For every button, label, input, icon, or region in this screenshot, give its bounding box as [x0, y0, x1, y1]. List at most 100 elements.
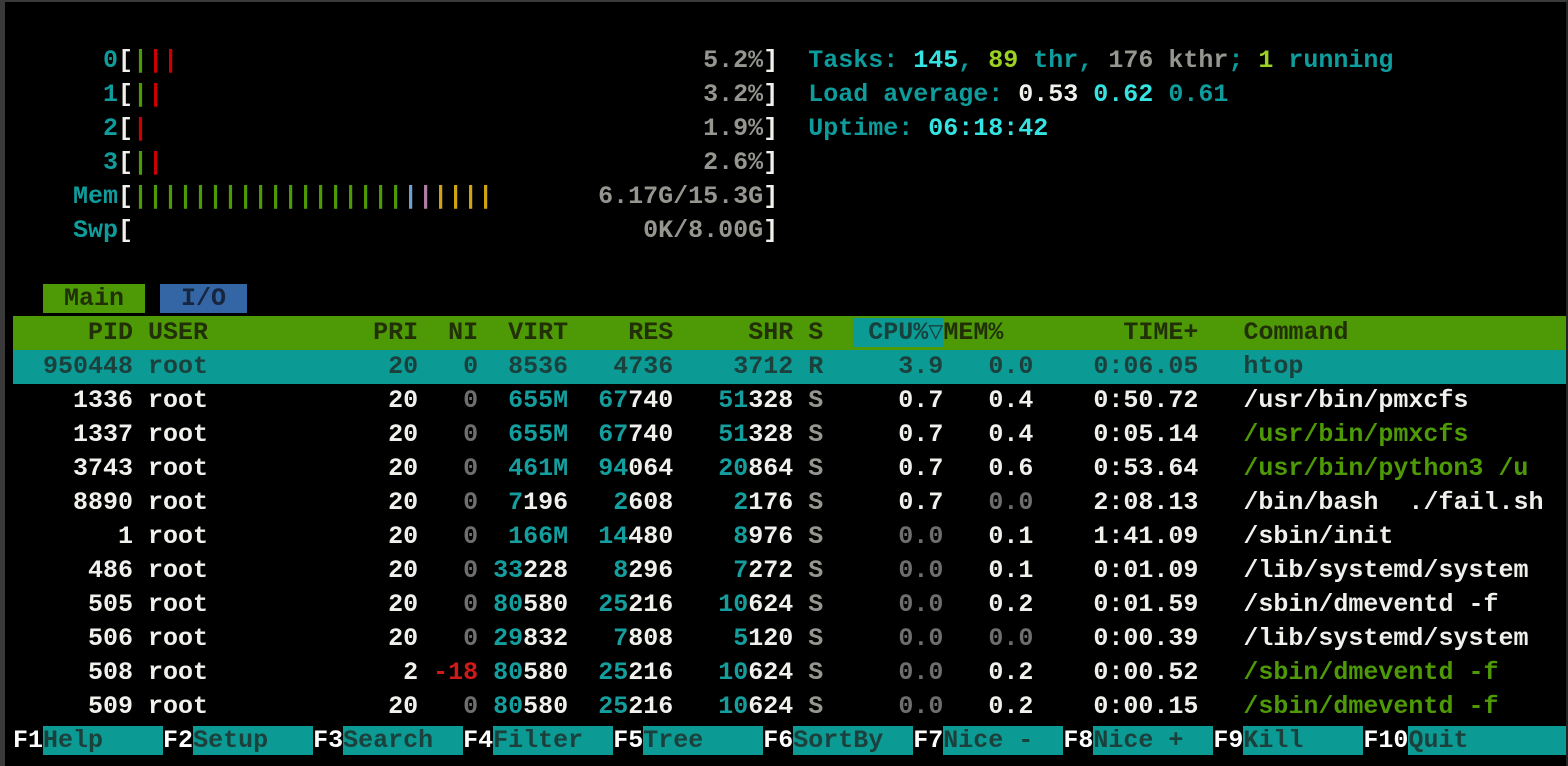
- process-row-506[interactable]: 506 root 20 0 29832 7808 5120 S 0.0 0.0 …: [13, 622, 1566, 656]
- fkey-action-help[interactable]: Help: [43, 726, 163, 755]
- gap: [673, 556, 688, 585]
- gap: [568, 692, 583, 721]
- cell-ni: 0: [433, 454, 478, 483]
- process-row-950448[interactable]: 950448 root 20 0 8536 4736 3712 R 3.9 0.…: [13, 350, 1566, 384]
- col-shr[interactable]: SHR: [688, 318, 793, 347]
- gap: [568, 420, 583, 449]
- fkey-action-filter[interactable]: Filter: [493, 726, 613, 755]
- col-ni[interactable]: NI: [433, 318, 478, 347]
- fkey-action-nice-[interactable]: Nice +: [1093, 726, 1213, 755]
- process-row-1337[interactable]: 1337 root 20 0 655M 67740 51328 S 0.7 0.…: [13, 418, 1566, 452]
- gap: [418, 318, 433, 347]
- fkey-f6[interactable]: F6: [763, 726, 793, 755]
- cell-shr: 3712: [688, 352, 793, 381]
- gap: [793, 488, 808, 517]
- col-mem[interactable]: MEM%: [943, 318, 1033, 347]
- col-cpu-sort-active[interactable]: CPU%▽: [853, 318, 943, 347]
- cell-command: /sbin/dmeventd -f: [1243, 658, 1498, 687]
- fkey-action-nice-[interactable]: Nice -: [943, 726, 1063, 755]
- cell-ni: 0: [433, 556, 478, 585]
- cell-pri: 20: [373, 556, 418, 585]
- process-row-3743[interactable]: 3743 root 20 0 461M 94064 20864 S 0.7 0.…: [13, 452, 1566, 486]
- fkey-f7[interactable]: F7: [913, 726, 943, 755]
- fkey-action-search[interactable]: Search: [343, 726, 463, 755]
- gap: [778, 80, 808, 109]
- fkey-action-tree[interactable]: Tree: [643, 726, 763, 755]
- meter-line-cpu1: 1[|| 3.2%] Load average: 0.53 0.62 0.61: [13, 78, 1566, 112]
- process-row-505[interactable]: 505 root 20 0 80580 25216 10624 S 0.0 0.…: [13, 588, 1566, 622]
- fkey-f8[interactable]: F8: [1063, 726, 1093, 755]
- fkey-f9[interactable]: F9: [1213, 726, 1243, 755]
- process-row-8890[interactable]: 8890 root 20 0 7196 2608 2176 S 0.7 0.0 …: [13, 486, 1566, 520]
- meter-label-cpu2: 2: [13, 114, 118, 143]
- gap: [673, 318, 688, 347]
- fkey-f1[interactable]: F1: [13, 726, 43, 755]
- process-row-1[interactable]: 1 root 20 0 166M 14480 8976 S 0.0 0.1 1:…: [13, 520, 1566, 554]
- meter-bar-g: |: [133, 46, 148, 75]
- tab-io[interactable]: I/O: [160, 284, 247, 313]
- cell-cpu-percent: 0.7: [823, 386, 943, 415]
- meter-open-bracket: [: [118, 46, 133, 75]
- cell-res-kb: 608: [628, 488, 673, 517]
- cell-res-kb: 740: [628, 420, 673, 449]
- meter-bar-g: |: [133, 80, 148, 109]
- cell-time: 0:01.09: [1033, 556, 1198, 585]
- gap: [133, 318, 148, 347]
- cell-cpu-percent: 0.7: [823, 488, 943, 517]
- meter-label-cpu3: 3: [13, 148, 118, 177]
- gap: [478, 522, 493, 551]
- gap: [1198, 318, 1243, 347]
- process-row-1336[interactable]: 1336 root 20 0 655M 67740 51328 S 0.7 0.…: [13, 384, 1566, 418]
- cell-virt-mb: 7: [493, 488, 523, 517]
- meter-value-cpu1: 3.2%: [163, 80, 763, 109]
- cell-user: root: [148, 556, 373, 585]
- col-command[interactable]: Command: [1243, 318, 1348, 347]
- cell-cpu-percent: 0.0: [823, 522, 943, 551]
- gap: [1198, 454, 1243, 483]
- col-state[interactable]: S: [808, 318, 823, 347]
- gap: [568, 386, 583, 415]
- fkey-f2[interactable]: F2: [163, 726, 193, 755]
- fkey-f5[interactable]: F5: [613, 726, 643, 755]
- gap: [793, 658, 808, 687]
- cell-cpu-percent: 0.0: [823, 590, 943, 619]
- meter-line-mem: Mem[|||||||||||||||||||||||| 6.17G/15.3G…: [13, 180, 1566, 214]
- col-virt[interactable]: VIRT: [493, 318, 568, 347]
- process-row-508[interactable]: 508 root 2 -18 80580 25216 10624 S 0.0 0…: [13, 656, 1566, 690]
- fkey-f3[interactable]: F3: [313, 726, 343, 755]
- fkey-action-quit[interactable]: Quit: [1408, 726, 1568, 755]
- gap: [418, 488, 433, 517]
- cell-res-mb: 8: [583, 556, 628, 585]
- col-res[interactable]: RES: [583, 318, 673, 347]
- cell-command: /sbin/dmeventd -f: [1243, 692, 1498, 721]
- cell-user: root: [148, 386, 373, 415]
- col-pid[interactable]: PID: [13, 318, 133, 347]
- cell-user: root: [148, 420, 373, 449]
- fkey-f10[interactable]: F10: [1363, 726, 1408, 755]
- gap: [1198, 692, 1243, 721]
- cell-shr-mb: 51: [688, 420, 748, 449]
- fkey-action-sortby[interactable]: SortBy: [793, 726, 913, 755]
- gap: [568, 522, 583, 551]
- col-user[interactable]: USER: [148, 318, 373, 347]
- fkey-action-setup[interactable]: Setup: [193, 726, 313, 755]
- fkey-action-kill[interactable]: Kill: [1243, 726, 1363, 755]
- gap: [13, 284, 43, 313]
- cell-virt-mb: 80: [493, 692, 523, 721]
- col-time[interactable]: TIME+: [1033, 318, 1198, 347]
- gap: [1198, 658, 1243, 687]
- col-pri[interactable]: PRI: [373, 318, 418, 347]
- gap: [793, 522, 808, 551]
- gap: [673, 624, 688, 653]
- tab-main[interactable]: Main: [43, 284, 145, 313]
- gap: [133, 624, 148, 653]
- cell-pri: 20: [373, 590, 418, 619]
- gap: [673, 692, 688, 721]
- process-row-509[interactable]: 509 root 20 0 80580 25216 10624 S 0.0 0.…: [13, 690, 1566, 724]
- process-row-486[interactable]: 486 root 20 0 33228 8296 7272 S 0.0 0.1 …: [13, 554, 1566, 588]
- cell-res-kb: 296: [628, 556, 673, 585]
- cell-pid: 508: [13, 658, 133, 687]
- meter-label-cpu1: 1: [13, 80, 118, 109]
- fkey-f4[interactable]: F4: [463, 726, 493, 755]
- cell-cpu-percent: 0.0: [823, 658, 943, 687]
